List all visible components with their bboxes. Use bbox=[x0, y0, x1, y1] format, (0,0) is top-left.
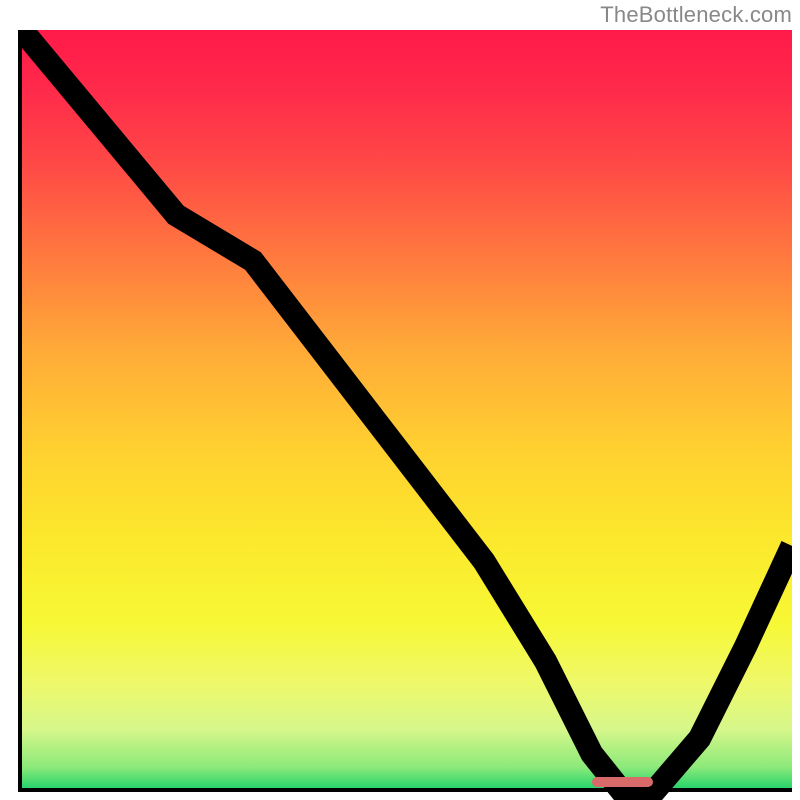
optimal-marker bbox=[592, 777, 654, 787]
x-axis bbox=[18, 788, 792, 792]
bottleneck-curve bbox=[22, 30, 792, 792]
curve-svg bbox=[22, 30, 792, 800]
watermark-text: TheBottleneck.com bbox=[600, 2, 792, 28]
plot-area bbox=[22, 30, 792, 790]
y-axis bbox=[18, 30, 22, 790]
chart-container: TheBottleneck.com bbox=[0, 0, 800, 800]
